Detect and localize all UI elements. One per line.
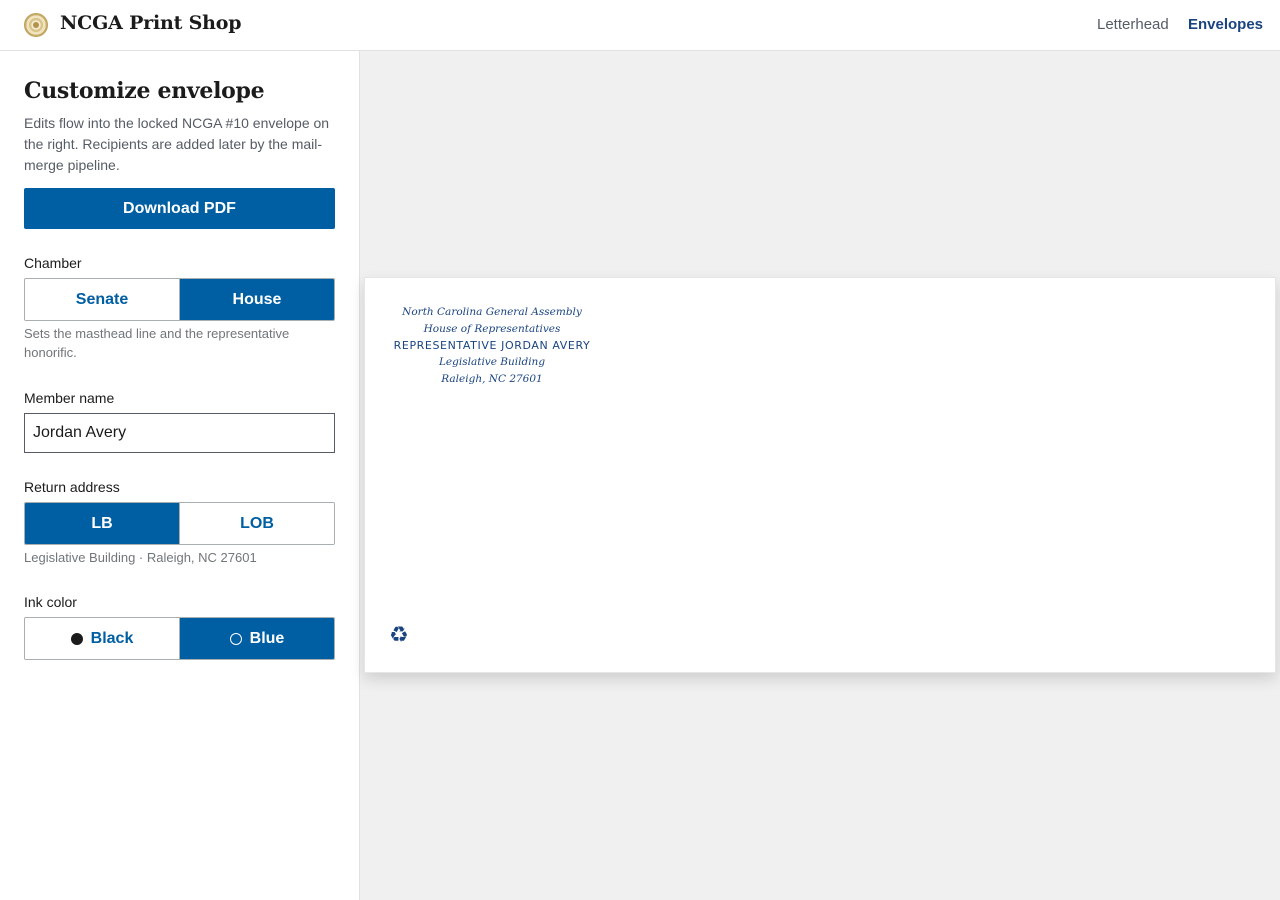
ink-color-toggle: Black Blue bbox=[24, 617, 335, 660]
ink-blue-button[interactable]: Blue bbox=[179, 618, 334, 659]
page-title: Customize envelope bbox=[24, 78, 265, 104]
member-name-input[interactable] bbox=[24, 413, 335, 453]
top-header: NCGA Print Shop Letterhead Envelopes bbox=[0, 0, 1280, 51]
chamber-senate-button[interactable]: Senate bbox=[25, 279, 179, 320]
member-name-label: Member name bbox=[24, 390, 115, 406]
return-address-toggle: LB LOB bbox=[24, 502, 335, 545]
recycle-icon: ♻ bbox=[389, 622, 409, 647]
chamber-toggle: Senate House bbox=[24, 278, 335, 321]
return-address-help-text: Legislative Building · Raleigh, NC 27601 bbox=[24, 550, 257, 565]
return-lb-button[interactable]: LB bbox=[25, 503, 179, 544]
chamber-house-button[interactable]: House bbox=[179, 279, 334, 320]
blue-swatch-icon bbox=[229, 632, 242, 645]
black-swatch-icon bbox=[70, 632, 83, 645]
return-address-block: North Carolina General Assembly House of… bbox=[389, 304, 595, 388]
envelope-preview: North Carolina General Assembly House of… bbox=[364, 277, 1276, 673]
return-lob-button[interactable]: LOB bbox=[179, 503, 334, 544]
ink-color-label: Ink color bbox=[24, 594, 77, 610]
building-line: Legislative Building bbox=[438, 356, 546, 368]
masthead-line: North Carolina General Assembly bbox=[402, 306, 582, 318]
chamber-help-text: Sets the masthead line and the represent… bbox=[24, 326, 290, 360]
ink-blue-label: Blue bbox=[249, 629, 285, 647]
download-pdf-button[interactable]: Download PDF bbox=[24, 188, 335, 229]
ink-black-label: Black bbox=[90, 629, 134, 647]
return-address-label: Return address bbox=[24, 479, 120, 495]
member-name-line: REPRESENTATIVE JORDAN AVERY bbox=[393, 339, 591, 352]
chamber-line: House of Representatives bbox=[423, 323, 561, 335]
nav-letterhead[interactable]: Letterhead bbox=[1097, 16, 1169, 33]
nav-envelopes[interactable]: Envelopes bbox=[1188, 16, 1263, 33]
customize-sidebar: Customize envelope Edits flow into the l… bbox=[0, 51, 360, 900]
envelope-preview-area: North Carolina General Assembly House of… bbox=[360, 51, 1280, 900]
city-line: Raleigh, NC 27601 bbox=[441, 373, 543, 385]
brand-title: NCGA Print Shop bbox=[60, 12, 242, 34]
ink-black-button[interactable]: Black bbox=[25, 618, 179, 659]
page-description: Edits flow into the locked NCGA #10 enve… bbox=[24, 115, 330, 173]
chamber-label: Chamber bbox=[24, 255, 82, 271]
ncga-seal-icon bbox=[24, 13, 48, 37]
